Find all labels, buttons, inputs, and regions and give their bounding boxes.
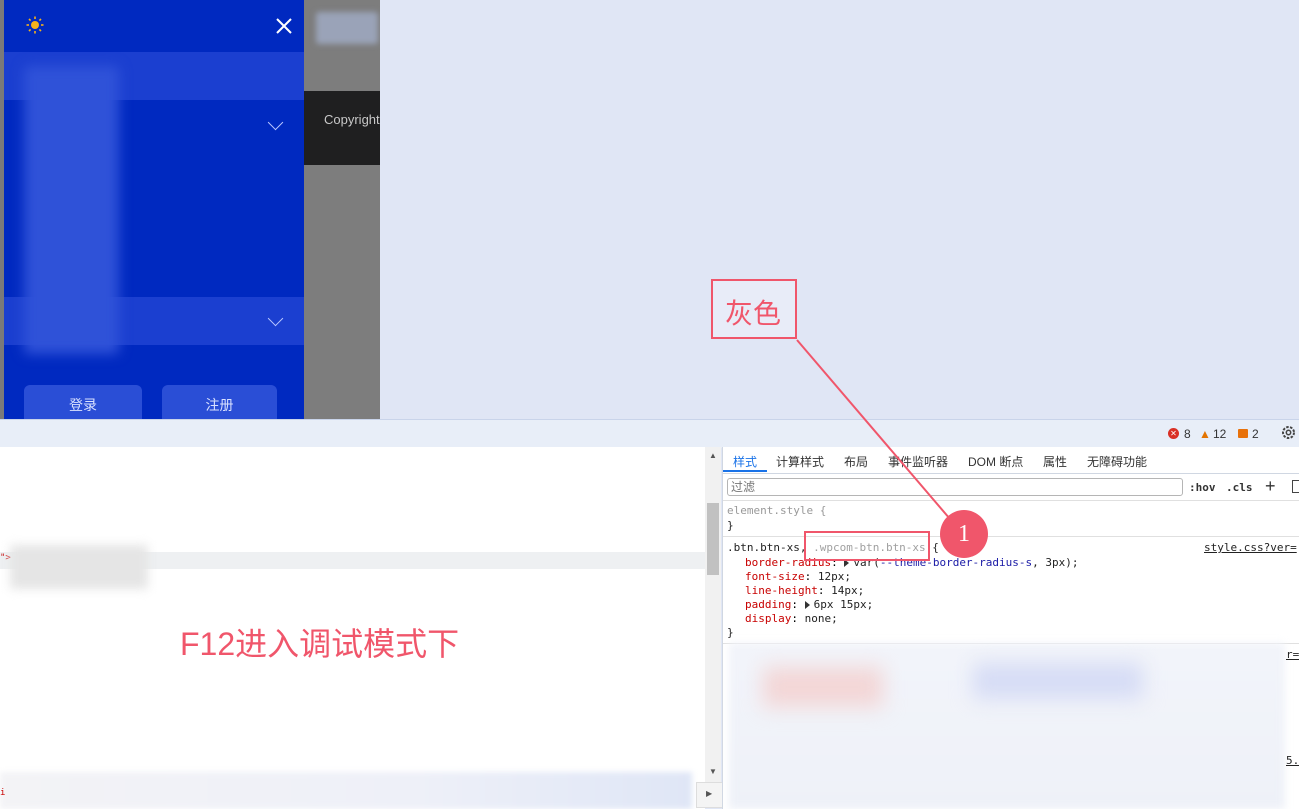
annotation-leader-line [796, 339, 951, 520]
step-marker: 1 [940, 510, 988, 558]
leader-line [796, 339, 951, 520]
selector-highlight-box [804, 531, 930, 561]
step-number: 1 [958, 521, 970, 547]
gray-label-box: 灰色 [711, 279, 797, 339]
gray-label: 灰色 [725, 298, 782, 329]
